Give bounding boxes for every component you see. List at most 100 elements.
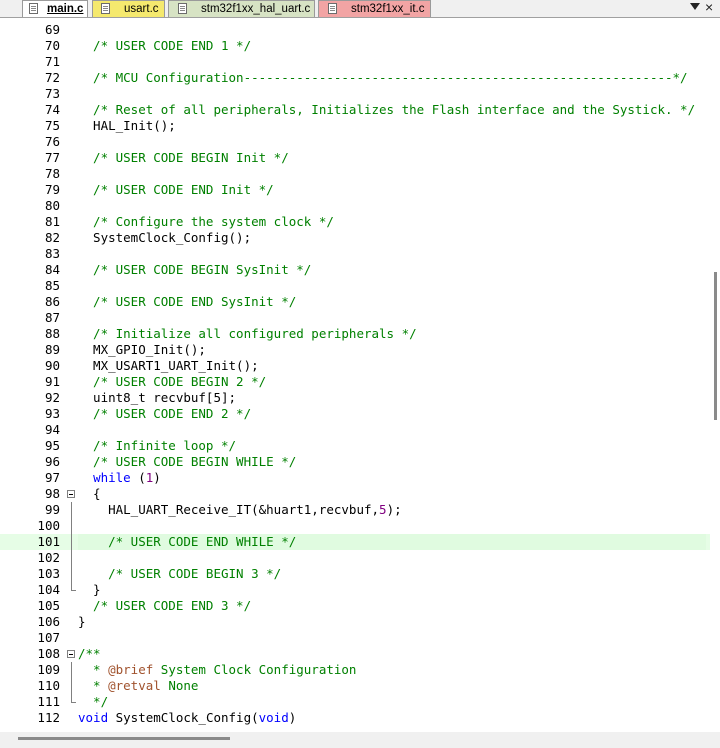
vertical-scrollbar-thumb[interactable] bbox=[714, 272, 717, 420]
line-number: 75 bbox=[44, 118, 60, 133]
line-number: 72 bbox=[44, 70, 60, 85]
code-line[interactable]: 84 /* USER CODE BEGIN SysInit */ bbox=[0, 262, 710, 278]
code-text: HAL_Init(); bbox=[78, 118, 176, 133]
code-line[interactable]: 97 while (1) bbox=[0, 470, 710, 486]
line-number: 90 bbox=[44, 358, 60, 373]
code-line[interactable]: 86 /* USER CODE END SysInit */ bbox=[0, 294, 710, 310]
code-line[interactable]: 83 bbox=[0, 246, 710, 262]
code-line[interactable]: 91 /* USER CODE BEGIN 2 */ bbox=[0, 374, 710, 390]
code-text: } bbox=[78, 582, 101, 597]
code-line[interactable]: 101 /* USER CODE END WHILE */ bbox=[0, 534, 710, 550]
code-text: /* USER CODE END 3 */ bbox=[78, 598, 252, 613]
line-number: 89 bbox=[44, 342, 60, 357]
code-line[interactable]: 106} bbox=[0, 614, 710, 630]
code-line[interactable]: 104 } bbox=[0, 582, 710, 598]
code-line[interactable]: 89 MX_GPIO_Init(); bbox=[0, 342, 710, 358]
code-line[interactable]: 109 * @brief System Clock Configuration bbox=[0, 662, 710, 678]
code-line[interactable]: 78 bbox=[0, 166, 710, 182]
code-line[interactable]: 74 /* Reset of all peripherals, Initiali… bbox=[0, 102, 710, 118]
code-line[interactable]: 87 bbox=[0, 310, 710, 326]
code-text: HAL_UART_Receive_IT(&huart1,recvbuf,5); bbox=[78, 502, 402, 517]
code-line[interactable]: 102 bbox=[0, 550, 710, 566]
code-line[interactable]: 93 /* USER CODE END 2 */ bbox=[0, 406, 710, 422]
code-line[interactable]: 111 */ bbox=[0, 694, 710, 710]
fold-guide bbox=[71, 678, 72, 694]
code-line[interactable]: 98 { bbox=[0, 486, 710, 502]
code-line[interactable]: 94 bbox=[0, 422, 710, 438]
code-line[interactable]: 96 /* USER CODE BEGIN WHILE */ bbox=[0, 454, 710, 470]
tab-stm32f1xx-hal-uart-c[interactable]: stm32f1xx_hal_uart.c bbox=[168, 0, 315, 17]
tab-label: stm32f1xx_hal_uart.c bbox=[201, 3, 311, 15]
code-line[interactable]: 103 /* USER CODE BEGIN 3 */ bbox=[0, 566, 710, 582]
fold-end-marker bbox=[71, 694, 76, 703]
code-text: * @brief System Clock Configuration bbox=[78, 662, 357, 677]
code-line[interactable]: 85 bbox=[0, 278, 710, 294]
code-text: /* USER CODE BEGIN SysInit */ bbox=[78, 262, 312, 277]
code-line[interactable]: 71 bbox=[0, 54, 710, 70]
code-text: * @retval None bbox=[78, 678, 199, 693]
horizontal-scrollbar-thumb[interactable] bbox=[18, 737, 230, 740]
code-line[interactable]: 69 bbox=[0, 22, 710, 38]
close-icon[interactable]: × bbox=[705, 0, 713, 15]
code-text: void SystemClock_Config(void) bbox=[78, 710, 297, 725]
line-number: 87 bbox=[44, 310, 60, 325]
line-number: 70 bbox=[44, 38, 60, 53]
code-editor[interactable]: 69 70 /* USER CODE END 1 */71 72 /* MCU Co… bbox=[0, 22, 710, 726]
code-text: /* MCU Configuration--------------------… bbox=[78, 70, 688, 85]
line-number: 84 bbox=[44, 262, 60, 277]
code-line[interactable]: 80 bbox=[0, 198, 710, 214]
fold-collapse-icon[interactable] bbox=[67, 490, 75, 498]
line-number: 107 bbox=[37, 630, 60, 645]
code-line[interactable]: 90 MX_USART1_UART_Init(); bbox=[0, 358, 710, 374]
code-text: /* Initialize all configured peripherals… bbox=[78, 326, 417, 341]
file-icon bbox=[101, 3, 110, 14]
code-text: /* Reset of all peripherals, Initializes… bbox=[78, 102, 696, 117]
code-line[interactable]: 79 /* USER CODE END Init */ bbox=[0, 182, 710, 198]
code-line[interactable]: 75 HAL_Init(); bbox=[0, 118, 710, 134]
code-line[interactable]: 110 * @retval None bbox=[0, 678, 710, 694]
code-line[interactable]: 95 /* Infinite loop */ bbox=[0, 438, 710, 454]
code-text: MX_GPIO_Init(); bbox=[78, 342, 206, 357]
code-line[interactable]: 88 /* Initialize all configured peripher… bbox=[0, 326, 710, 342]
line-number: 85 bbox=[44, 278, 60, 293]
code-line[interactable]: 76 bbox=[0, 134, 710, 150]
code-line[interactable]: 100 bbox=[0, 518, 710, 534]
tab-label: main.c bbox=[47, 3, 84, 15]
tab-stm32f1xx-it-c[interactable]: stm32f1xx_it.c bbox=[318, 0, 431, 17]
line-number: 112 bbox=[37, 710, 60, 725]
code-line[interactable]: 105 /* USER CODE END 3 */ bbox=[0, 598, 710, 614]
code-line[interactable]: 99 HAL_UART_Receive_IT(&huart1,recvbuf,5… bbox=[0, 502, 710, 518]
tab-main-c[interactable]: main.c bbox=[22, 0, 88, 17]
code-line[interactable]: 73 bbox=[0, 86, 710, 102]
horizontal-scrollbar[interactable] bbox=[0, 732, 720, 748]
tab-usart-c[interactable]: usart.c bbox=[92, 0, 165, 17]
code-text: /* USER CODE END Init */ bbox=[78, 182, 274, 197]
code-line[interactable]: 77 /* USER CODE BEGIN Init */ bbox=[0, 150, 710, 166]
code-line[interactable]: 81 /* Configure the system clock */ bbox=[0, 214, 710, 230]
line-number: 79 bbox=[44, 182, 60, 197]
fold-end-marker bbox=[71, 582, 76, 591]
code-text: /* USER CODE BEGIN Init */ bbox=[78, 150, 289, 165]
code-line[interactable]: 112 void SystemClock_Config(void) bbox=[0, 710, 710, 726]
line-number: 76 bbox=[44, 134, 60, 149]
code-text: /* USER CODE END SysInit */ bbox=[78, 294, 297, 309]
code-line[interactable]: 70 /* USER CODE END 1 */ bbox=[0, 38, 710, 54]
line-number: 97 bbox=[44, 470, 60, 485]
fold-guide bbox=[71, 502, 72, 518]
line-number: 88 bbox=[44, 326, 60, 341]
chevron-down-icon[interactable] bbox=[690, 3, 700, 10]
fold-collapse-icon[interactable] bbox=[67, 650, 75, 658]
line-number: 106 bbox=[37, 614, 60, 629]
code-text: /* USER CODE BEGIN 3 */ bbox=[78, 566, 282, 581]
file-tab-bar: main.c usart.c stm32f1xx_hal_uart.c stm3… bbox=[0, 0, 720, 18]
code-line[interactable]: 72 /* MCU Configuration-----------------… bbox=[0, 70, 710, 86]
code-line[interactable]: 82 SystemClock_Config(); bbox=[0, 230, 710, 246]
code-text: while (1) bbox=[93, 470, 161, 485]
line-number: 100 bbox=[37, 518, 60, 533]
line-number: 77 bbox=[44, 150, 60, 165]
code-line[interactable]: 107 bbox=[0, 630, 710, 646]
code-line[interactable]: 108 /** bbox=[0, 646, 710, 662]
code-line[interactable]: 92 uint8_t recvbuf[5]; bbox=[0, 390, 710, 406]
code-text: /* USER CODE END 2 */ bbox=[78, 406, 252, 421]
code-text: /* USER CODE BEGIN WHILE */ bbox=[78, 454, 297, 469]
